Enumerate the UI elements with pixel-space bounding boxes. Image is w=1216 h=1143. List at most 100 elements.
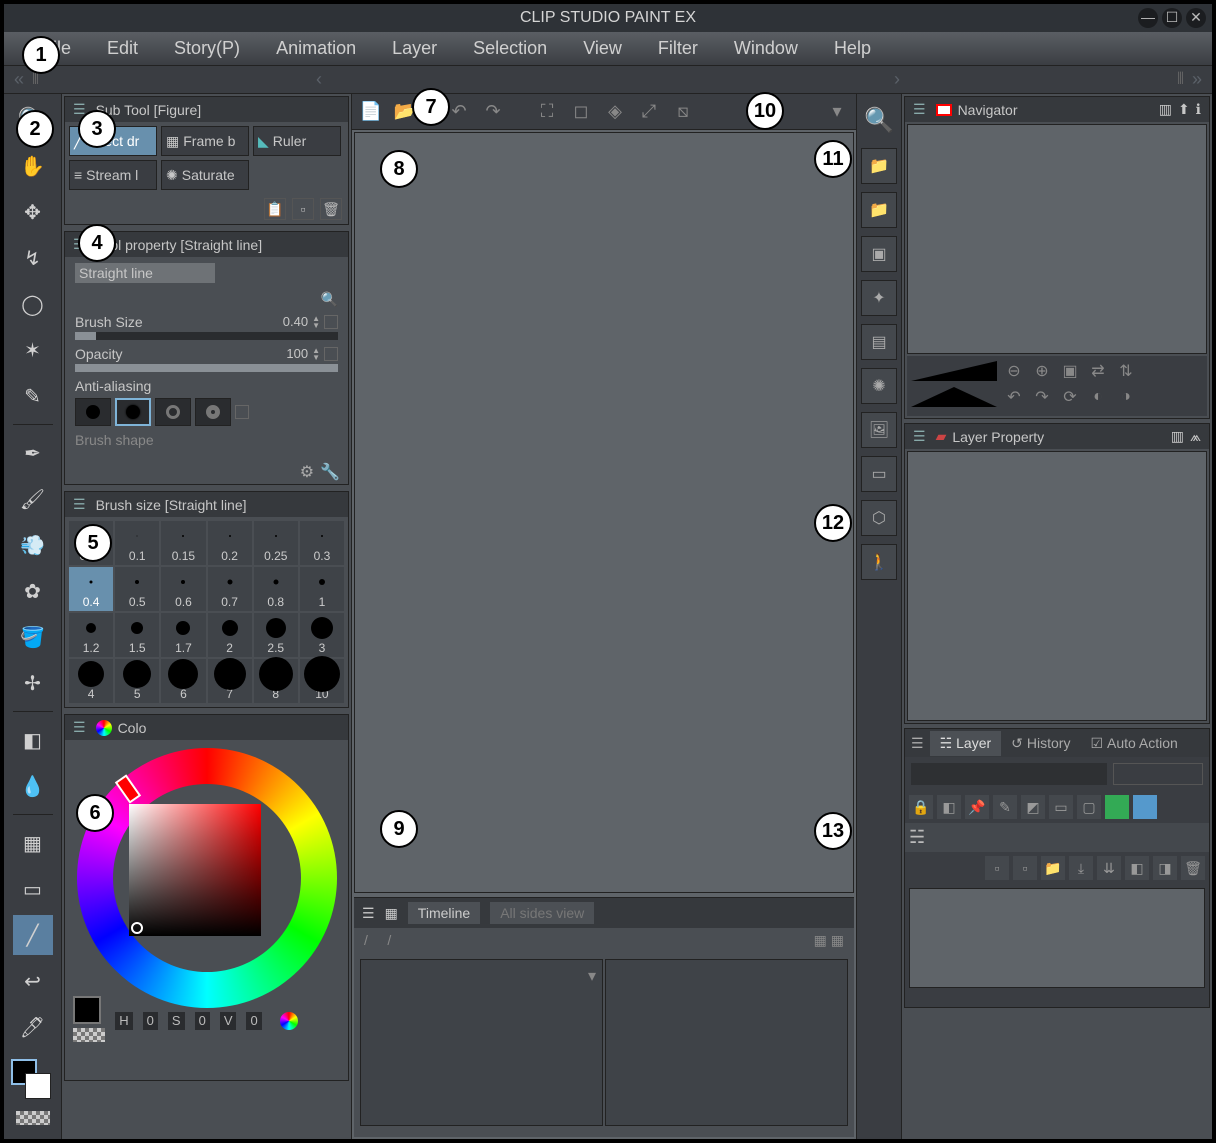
merge-icon[interactable]: ⇊ [1097,856,1121,880]
hsv-s-value[interactable]: 0 [195,1012,210,1030]
brush-size-1[interactable]: 1 [300,567,344,611]
redo-icon[interactable]: ↷ [480,99,506,125]
flip-h-icon[interactable]: ⇄ [1087,360,1109,382]
navigator-view[interactable] [907,124,1207,354]
brush-size-10[interactable]: 10 [300,659,344,703]
timeline-frames[interactable] [605,959,848,1126]
brush-size-0_15[interactable]: 0.15 [161,521,205,565]
menu-help[interactable]: Help [816,38,889,59]
select-all-icon[interactable]: ⛶ [534,99,560,125]
menu-animation[interactable]: Animation [258,38,374,59]
qa-folder-icon[interactable]: 📁 [861,192,897,228]
qa-image-icon[interactable]: 🖼 [861,412,897,448]
brush-size-0_7[interactable]: 0.7 [208,567,252,611]
subtool-saturate[interactable]: ✺Saturate [161,160,249,190]
correct-tool[interactable]: 🖊 [13,1007,53,1047]
qa-burst-icon[interactable]: ✺ [861,368,897,404]
open-file-icon[interactable]: 📂 [392,99,418,125]
brush-size-1_5[interactable]: 1.5 [115,613,159,657]
lasso-tool[interactable]: ◯ [13,284,53,324]
move-tool[interactable]: ✥ [13,192,53,232]
subtool-stream-line[interactable]: ≡Stream l [69,160,157,190]
layer-color1-icon[interactable] [1105,795,1129,819]
zoom-fit-icon[interactable]: ▣ [1059,360,1081,382]
color-square[interactable] [129,804,261,936]
menu-edit[interactable]: Edit [89,38,156,59]
layer-pin-icon[interactable]: 📌 [965,795,989,819]
qa-pose-icon[interactable]: 🚶 [861,544,897,580]
timeline-dropdown-icon[interactable]: ▾ [588,966,596,986]
toolprop-preset[interactable]: Straight line [75,263,215,283]
brush-size-2_5[interactable]: 2.5 [254,613,298,657]
timeline-view2-icon[interactable]: ▦ [831,932,844,948]
brush-size-4[interactable]: 4 [69,659,113,703]
toolprop-wrench-icon[interactable]: 🔧 [320,462,340,482]
qa-sheet-icon[interactable]: ▭ [861,456,897,492]
collapse-right-icon[interactable]: » [1188,69,1206,90]
rotate-reset-icon[interactable]: ⟳ [1059,386,1081,408]
qa-layer-icon[interactable]: ▤ [861,324,897,360]
maximize-button[interactable]: ☐ [1162,8,1182,28]
layer-visible-icon[interactable]: ☵ [909,827,925,848]
deselect-icon[interactable]: ◻ [568,99,594,125]
opacity-link[interactable] [324,347,338,361]
brush-size-7[interactable]: 7 [208,659,252,703]
invert-icon[interactable]: ◈ [602,99,628,125]
rotate-180-icon[interactable]: ◑ [1115,386,1137,408]
toolprop-reset-icon[interactable]: ⚙ [300,462,314,482]
brush-size-2[interactable]: 2 [208,613,252,657]
fill-tool[interactable]: 🪣 [13,617,53,657]
brush-size-0_8[interactable]: 0.8 [254,567,298,611]
aa-weak[interactable] [115,398,151,426]
subtool-direct-draw[interactable]: ╱Direct dr [69,126,157,156]
qa-material-icon[interactable]: 📁 [861,148,897,184]
new-folder-icon[interactable]: 📁 [1041,856,1065,880]
pen-tool[interactable]: ✒ [13,433,53,473]
brush-size-1_2[interactable]: 1.2 [69,613,113,657]
color-swatch[interactable] [11,1059,55,1103]
subtool-copy-icon[interactable]: 📋 [264,198,286,220]
transfer-icon[interactable]: ⤓ [1069,856,1093,880]
layerprop-tab2-icon[interactable]: ▥ [1171,428,1184,445]
frame-tool[interactable]: ▭ [13,869,53,909]
brush-size-0_5[interactable]: 0.5 [115,567,159,611]
gradient-tool[interactable]: ▦ [13,823,53,863]
brush-size-1_7[interactable]: 1.7 [161,613,205,657]
zoom-in-icon[interactable]: ⊕ [1031,360,1053,382]
layer-clip-icon[interactable]: ◩ [1021,795,1045,819]
menu-filter[interactable]: Filter [640,38,716,59]
menu-view[interactable]: View [565,38,640,59]
nav-tab2-icon[interactable]: ▥ [1159,101,1172,118]
blend-tool[interactable]: 💧 [13,766,53,806]
menu-selection[interactable]: Selection [455,38,565,59]
opacity-field[interactable] [1113,763,1203,785]
brush-size-8[interactable]: 8 [254,659,298,703]
expand-icon[interactable]: ⤢ [636,99,662,125]
layer-mask-icon[interactable]: ◧ [937,795,961,819]
qa-frame-icon[interactable]: ▣ [861,236,897,272]
brush-size-0_4[interactable]: 0.4 [69,567,113,611]
rotate-cw-icon[interactable]: ↷ [1031,386,1053,408]
new-raster-icon[interactable]: ▫ [985,856,1009,880]
brush-size-0_1[interactable]: 0.1 [115,521,159,565]
layer-list[interactable] [909,888,1205,988]
color-history-icon[interactable] [280,1012,298,1030]
hand-tool[interactable]: ✋ [13,146,53,186]
layer-ruler-icon[interactable]: ▢ [1077,795,1101,819]
rotate-ccw-icon[interactable]: ↶ [1003,386,1025,408]
color-menu-icon[interactable]: ☰ [73,719,86,736]
apply-mask-icon[interactable]: ◨ [1153,856,1177,880]
brush-size-0_07[interactable]: 0.07 [69,521,113,565]
decoration-tool[interactable]: ✿ [13,571,53,611]
layer-ref-icon[interactable]: ✎ [993,795,1017,819]
qa-3d-icon[interactable]: ⬡ [861,500,897,536]
opacity-slider[interactable] [75,364,338,372]
brush-size-0_6[interactable]: 0.6 [161,567,205,611]
close-button[interactable]: ✕ [1186,8,1206,28]
eraser-tool[interactable]: ◧ [13,720,53,760]
rotate-slider[interactable] [911,387,997,407]
subtool-delete-icon[interactable]: 🗑 [320,198,342,220]
aa-link[interactable] [235,405,249,419]
aa-medium[interactable] [155,398,191,426]
opacity-value[interactable]: 100 [286,346,308,361]
